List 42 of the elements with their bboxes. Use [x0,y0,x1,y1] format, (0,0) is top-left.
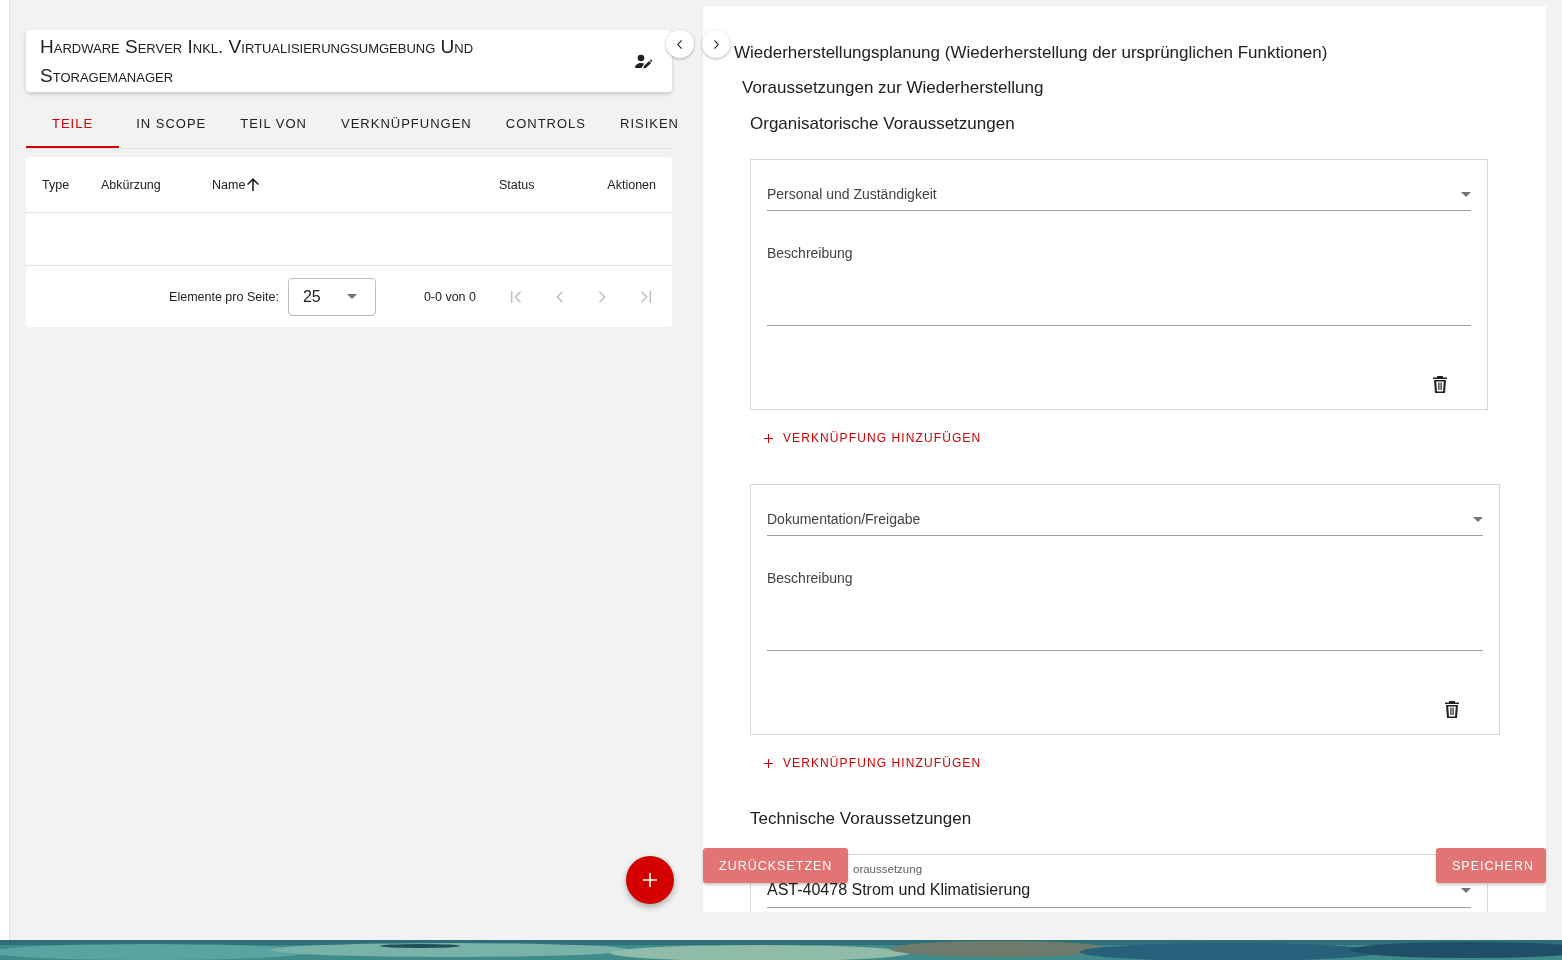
plus-icon [764,758,773,768]
tab[interactable]: TEILE [26,100,120,148]
tab[interactable]: TEIL VON [223,100,324,148]
range-label: 0-0 von 0 [423,289,476,304]
dropdown-caret-icon [346,294,357,299]
tab[interactable]: VERKNÜPFUNGEN [324,100,489,148]
select-field[interactable]: Personal und Zuständigkeit [767,180,1471,211]
column-header[interactable]: Name [212,177,246,192]
section-heading: Organisatorische Voraussetzungen [750,114,1016,134]
add-fab-button[interactable] [626,856,674,904]
page-size-select[interactable]: 25 [287,277,376,316]
tab[interactable]: CONTROLS [488,100,603,148]
section-title: Wiederherstellungsplanung (Wiederherstellung der ursprünglichen Funktionen) [734,43,1329,63]
dropdown-caret-icon [1461,887,1471,893]
collapse-button[interactable] [666,30,694,58]
page-title: Hardware Server Inkl. Virtualisierungsumgebung Und Storagemanager [40,35,475,88]
tab[interactable]: IN SCOPE [119,100,224,148]
section-subtitle: Voraussetzungen zur Wiederherstellung [742,78,1045,98]
previous-page-icon[interactable] [556,290,564,303]
trash-icon[interactable] [1433,376,1447,393]
add-link-button[interactable]: VERKNÜPFUNG HINZUFÜGEN [758,427,988,449]
column-header[interactable]: Aktionen [607,177,656,192]
select-field[interactable]: Dokumentation/Freigabe [767,505,1483,536]
tab[interactable]: RISIKEN [603,100,696,148]
next-page-icon[interactable] [598,290,606,303]
trash-icon[interactable] [1445,701,1459,718]
chevron-left-icon [677,39,683,49]
dropdown-caret-icon [1461,191,1471,197]
column-header[interactable]: Abkürzung [101,177,161,192]
chevron-right-icon [713,39,719,49]
section-heading: Technische Voraussetzungen [750,809,973,829]
column-header[interactable]: Status [499,177,535,192]
person-edit-icon[interactable] [635,53,652,69]
last-page-icon[interactable] [640,290,652,303]
dropdown-caret-icon [1473,516,1483,522]
page-size-label: Elemente pro Seite: [169,289,279,304]
plus-icon [764,433,773,443]
column-header[interactable]: Type [42,177,70,192]
plus-icon [643,873,657,887]
sort-arrow-icon [247,178,260,191]
first-page-icon[interactable] [510,290,522,303]
add-link-button[interactable]: VERKNÜPFUNG HINZUFÜGEN [758,752,988,774]
